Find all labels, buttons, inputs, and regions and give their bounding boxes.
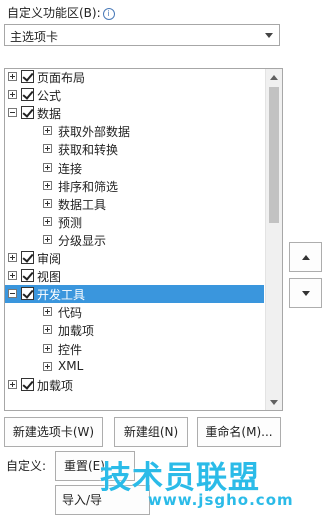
collapse-minus-icon[interactable] bbox=[8, 108, 17, 118]
tree-item[interactable]: 视图 bbox=[5, 267, 264, 285]
tab-checkbox[interactable] bbox=[21, 106, 34, 120]
expand-plus-icon[interactable] bbox=[8, 253, 17, 262]
expand-plus-icon[interactable] bbox=[8, 271, 17, 281]
tree-item-label: XML bbox=[58, 358, 84, 373]
tab-checkbox[interactable] bbox=[21, 269, 34, 283]
tree-item[interactable]: 加载项 bbox=[5, 321, 264, 339]
customize-ribbon-text: 自定义功能区(B): bbox=[7, 6, 101, 20]
tree-item-label: 获取和转换 bbox=[58, 143, 119, 158]
tree-item-label: 排序和筛选 bbox=[58, 179, 119, 194]
tab-checkbox[interactable] bbox=[21, 377, 34, 391]
expand-plus-icon[interactable] bbox=[43, 216, 52, 226]
tree-item-label: 页面布局 bbox=[37, 71, 86, 85]
tree-item[interactable]: 代码 bbox=[5, 303, 264, 321]
scroll-up-icon[interactable] bbox=[266, 69, 282, 85]
info-icon[interactable]: i bbox=[102, 8, 115, 20]
tree-item[interactable]: 排序和筛选 bbox=[5, 177, 264, 195]
tree-item-label: 数据 bbox=[37, 107, 62, 122]
expand-plus-icon[interactable] bbox=[43, 307, 52, 317]
expand-plus-icon[interactable] bbox=[43, 361, 52, 371]
customize-ribbon-label: 自定义功能区(B): i bbox=[7, 4, 115, 21]
expand-plus-icon[interactable] bbox=[8, 379, 17, 389]
tab-checkbox[interactable] bbox=[21, 70, 34, 83]
tree-item-label: 代码 bbox=[58, 306, 83, 321]
tree-item-label: 加载项 bbox=[37, 378, 74, 393]
tree-item[interactable]: 获取外部数据 bbox=[5, 122, 264, 140]
tree-item[interactable]: 审阅 bbox=[5, 249, 264, 267]
tab-checkbox[interactable] bbox=[21, 88, 34, 102]
tabs-dropdown-value: 主选项卡 bbox=[10, 30, 59, 44]
tabs-dropdown[interactable]: 主选项卡 bbox=[4, 24, 280, 46]
tree-item[interactable]: 加载项 bbox=[5, 376, 264, 394]
ribbon-tab-tree[interactable]: 页面布局公式数据获取外部数据 获取和转换连接排序和筛选数据工具预测分级显示审阅视图… bbox=[4, 68, 283, 411]
collapse-minus-icon[interactable] bbox=[8, 289, 17, 299]
tree-item[interactable]: 获取和转换 bbox=[5, 140, 264, 158]
tree-scrollbar[interactable] bbox=[265, 69, 282, 410]
tree-item-label: 连接 bbox=[58, 161, 83, 176]
tree-item-label: 视图 bbox=[37, 270, 62, 285]
watermark-url-text: www.jsgho.com bbox=[148, 491, 294, 509]
tree-item-label: 数据工具 bbox=[58, 197, 107, 212]
expand-plus-icon[interactable] bbox=[43, 198, 52, 208]
tree-item[interactable]: 数据工具 bbox=[5, 195, 264, 213]
tree-item-label: 公式 bbox=[37, 89, 62, 104]
tree-item[interactable]: 公式 bbox=[5, 86, 264, 104]
watermark-logo: 技术员联盟 www.jsgho.com bbox=[100, 452, 327, 519]
expand-plus-icon[interactable] bbox=[43, 144, 52, 154]
scrollbar-thumb[interactable] bbox=[269, 87, 279, 223]
expand-plus-icon[interactable] bbox=[43, 162, 52, 172]
tab-checkbox[interactable] bbox=[21, 287, 34, 301]
expand-plus-icon[interactable] bbox=[8, 72, 17, 81]
chevron-down-icon[interactable] bbox=[265, 33, 273, 38]
tree-item-label: 开发工具 bbox=[37, 288, 86, 303]
expand-plus-icon[interactable] bbox=[43, 180, 52, 190]
tree-item[interactable]: 分级显示 bbox=[5, 231, 264, 249]
new-group-button[interactable]: 新建组(N) bbox=[114, 417, 188, 447]
tree-item-label: 分级显示 bbox=[58, 233, 107, 248]
tree-item[interactable]: 数据 bbox=[5, 104, 264, 122]
tree-item[interactable]: XML bbox=[5, 358, 264, 376]
expand-plus-icon[interactable] bbox=[43, 343, 52, 353]
customize-label: 自定义: bbox=[6, 459, 47, 473]
tree-item-label: 控件 bbox=[58, 342, 83, 357]
expand-plus-icon[interactable] bbox=[8, 90, 17, 100]
tree-item[interactable]: 连接 bbox=[5, 159, 264, 177]
tree-item[interactable]: 预测 bbox=[5, 213, 264, 231]
tree-item[interactable]: 页面布局 bbox=[5, 69, 264, 86]
expand-plus-icon[interactable] bbox=[43, 325, 52, 335]
move-up-button[interactable] bbox=[289, 242, 322, 272]
rename-button[interactable]: 重命名(M)... bbox=[197, 417, 281, 447]
move-down-button[interactable] bbox=[289, 278, 322, 308]
expand-plus-icon[interactable] bbox=[43, 126, 52, 136]
new-tab-button[interactable]: 新建选项卡(W) bbox=[4, 417, 103, 447]
tree-item-label: 预测 bbox=[58, 215, 83, 230]
tree-item-label: 加载项 bbox=[58, 324, 95, 339]
expand-plus-icon[interactable] bbox=[43, 234, 52, 244]
scroll-down-icon[interactable] bbox=[266, 394, 282, 410]
tree-item-label: 审阅 bbox=[37, 252, 62, 266]
tab-checkbox[interactable] bbox=[21, 251, 34, 264]
tree-item[interactable]: 开发工具 bbox=[5, 285, 264, 304]
tree-item-label: 获取外部数据 bbox=[58, 125, 131, 140]
tree-item[interactable]: 控件 bbox=[5, 340, 264, 358]
